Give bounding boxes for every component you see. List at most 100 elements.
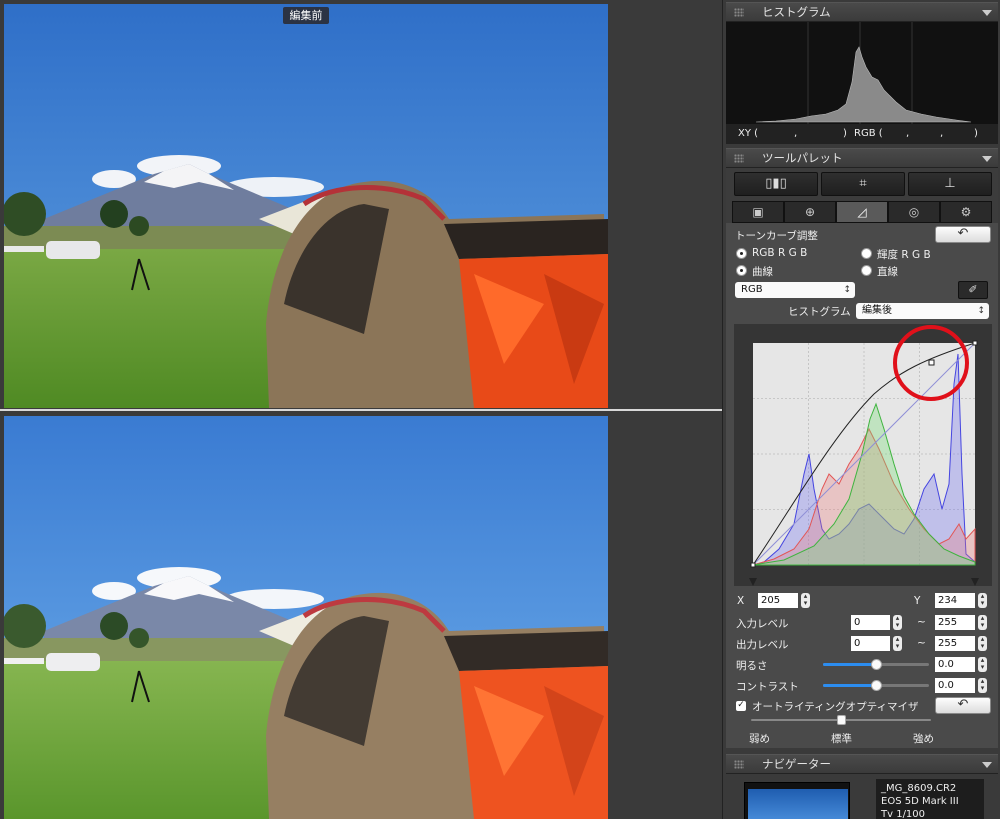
contrast-slider-knob[interactable] (870, 680, 882, 691)
file-info: _MG_8609.CR2 EOS 5D Mark III Tv 1/100 (876, 779, 984, 819)
navigator-panel-title: ナビゲーター (762, 757, 831, 771)
navigator-area: _MG_8609.CR2 EOS 5D Mark III Tv 1/100 (726, 775, 998, 819)
radio-rgb-label: RGB R G B (752, 247, 808, 259)
brightness-slider[interactable] (823, 659, 929, 670)
input-level-label: 入力レベル (736, 618, 789, 630)
alo-weak-label: 弱め (749, 733, 770, 745)
contrast-slider-fill (823, 684, 876, 687)
eyedropper-button[interactable]: ✐ (958, 281, 988, 299)
output-level-min-stepper[interactable]: ▴ ▾ (893, 636, 902, 651)
histogram-display (726, 22, 998, 124)
stamp-tool-button[interactable]: ⊥ (908, 172, 992, 196)
alo-label: オートライティングオプティマイザ (752, 701, 919, 713)
radio-luma[interactable] (861, 248, 872, 259)
split-divider[interactable] (0, 409, 722, 411)
brightness-slider-fill (823, 663, 876, 666)
crop-tool-button[interactable]: ⌗ (821, 172, 905, 196)
output-level-max-stepper[interactable]: ▴ ▾ (978, 636, 987, 651)
histogram-select-value: 編集後 (862, 305, 892, 316)
y-stepper[interactable]: ▴ ▾ (978, 593, 987, 608)
tab-color[interactable]: ◎ (888, 201, 940, 223)
eyedropper-icon: ✐ (968, 283, 978, 296)
alo-standard-label: 標準 (831, 733, 852, 745)
thumbnail-image (748, 789, 848, 819)
before-badge: 編集前 (283, 7, 329, 24)
x-stepper[interactable]: ▴ ▾ (801, 593, 810, 608)
navigator-panel-header[interactable]: ナビゲーター (726, 754, 998, 774)
chevron-updown-icon: ↕ (977, 306, 985, 316)
tone-curve-panel: トーンカーブ調整 ↶ RGB R G B 輝度 R G B 曲線 直線 RGB … (726, 223, 998, 748)
file-name: _MG_8609.CR2 (881, 783, 957, 794)
radio-luma-label: 輝度 R G B (877, 249, 931, 261)
xy-close: ) (843, 128, 847, 139)
brightness-stepper[interactable]: ▴ ▾ (978, 657, 987, 672)
contrast-label: コントラスト (736, 681, 799, 693)
navigator-thumbnail[interactable] (744, 782, 850, 819)
brightness-label: 明るさ (736, 660, 768, 672)
output-level-tilde: ~ (917, 637, 926, 649)
tab-lens[interactable]: ⊕ (784, 201, 836, 223)
tool-palette-title: ツールパレット (762, 151, 843, 165)
y-label: Y (914, 595, 921, 607)
histogram-select[interactable]: 編集後 ↕ (856, 303, 989, 319)
brightness-slider-knob[interactable] (870, 659, 882, 670)
tone-curve-graph[interactable] (734, 324, 992, 586)
tab-settings[interactable]: ⚙ (940, 201, 992, 223)
radio-curve[interactable] (736, 265, 747, 276)
x-label: X (737, 595, 745, 607)
alo-checkbox[interactable]: ✓ (736, 701, 746, 711)
after-image (4, 416, 608, 819)
input-level-tilde: ~ (917, 616, 926, 628)
radio-rgb[interactable] (736, 248, 747, 259)
radio-line[interactable] (861, 265, 872, 276)
x-value-input[interactable]: 205 (758, 593, 798, 608)
xy-label: XY ( (738, 128, 759, 139)
output-level-min[interactable]: 0 (851, 636, 890, 651)
alo-strong-label: 強め (913, 733, 934, 745)
histogram-option-label: ヒストグラム (788, 306, 851, 318)
grip-icon[interactable] (734, 154, 744, 163)
collapse-arrow-icon[interactable] (982, 10, 992, 16)
input-level-min-stepper[interactable]: ▴ ▾ (893, 615, 902, 630)
rgb-comma-2: , (940, 128, 944, 139)
y-value-input[interactable]: 234 (935, 593, 975, 608)
histogram-panel-title: ヒストグラム (762, 5, 831, 19)
grip-icon[interactable] (734, 760, 744, 769)
collapse-arrow-icon[interactable] (982, 156, 992, 162)
rgb-comma-1: , (906, 128, 910, 139)
xy-comma: , (794, 128, 798, 139)
output-level-max[interactable]: 255 (935, 636, 975, 651)
radio-curve-label: 曲線 (752, 266, 773, 278)
tab-tone-curve[interactable]: ◿ (836, 201, 888, 223)
input-level-max-stepper[interactable]: ▴ ▾ (978, 615, 987, 630)
radio-line-label: 直線 (877, 266, 898, 278)
rgb-label: RGB ( (854, 128, 883, 139)
tool-palette: ▯▮▯ ⌗ ⊥ ▣ ⊕ ◿ ◎ ⚙ トーンカーブ調整 ↶ RGB R G B 輝… (726, 168, 998, 748)
input-level-max[interactable]: 255 (935, 615, 975, 630)
alo-slider[interactable] (751, 715, 931, 725)
histogram-panel-header[interactable]: ヒストグラム (726, 2, 998, 22)
contrast-value[interactable]: 0.0 (935, 678, 975, 693)
channel-select[interactable]: RGB ↕ (735, 282, 855, 298)
side-panel: ヒストグラム XY ( , ) RGB ( , , ) ツールパレット ▯▮▯ … (722, 0, 1000, 819)
shutter-speed: Tv 1/100 (881, 809, 926, 819)
app-window: 編集前 ヒストグラム XY (,) RGB (, ,) ツールパレット … (0, 0, 1000, 819)
brightness-value[interactable]: 0.0 (935, 657, 975, 672)
rgb-tool-button[interactable]: ▯▮▯ (734, 172, 818, 196)
grip-icon[interactable] (734, 8, 744, 17)
collapse-arrow-icon[interactable] (982, 762, 992, 768)
reset-button[interactable]: ↶ (935, 226, 991, 243)
alo-slider-knob[interactable] (836, 715, 846, 725)
rgb-close: ) (974, 128, 978, 139)
channel-select-value: RGB (741, 284, 763, 295)
tone-curve-title: トーンカーブ調整 (735, 230, 818, 242)
output-level-label: 出力レベル (736, 639, 789, 651)
input-level-min[interactable]: 0 (851, 615, 890, 630)
tab-basic[interactable]: ▣ (732, 201, 784, 223)
alo-reset-button[interactable]: ↶ (935, 697, 991, 714)
chevron-updown-icon: ↕ (843, 285, 851, 295)
contrast-slider[interactable] (823, 680, 929, 691)
tool-palette-header[interactable]: ツールパレット (726, 148, 998, 168)
camera-model: EOS 5D Mark III (881, 796, 959, 807)
contrast-stepper[interactable]: ▴ ▾ (978, 678, 987, 693)
